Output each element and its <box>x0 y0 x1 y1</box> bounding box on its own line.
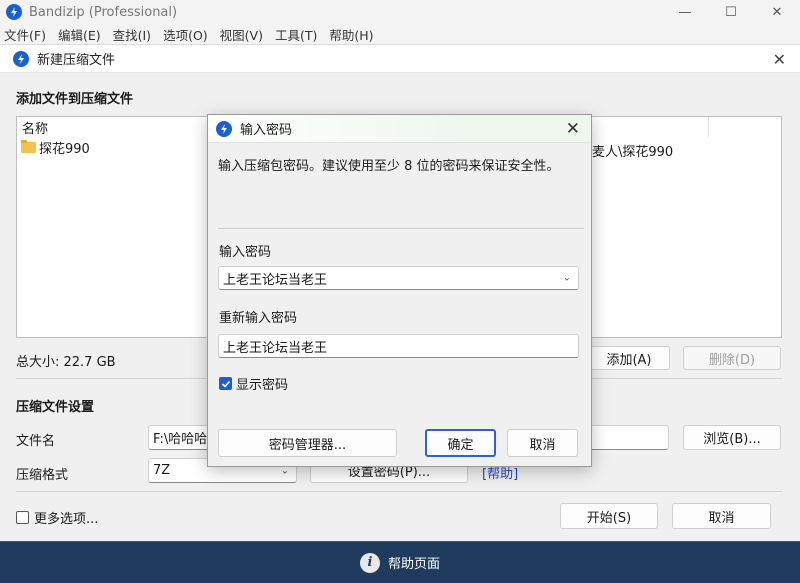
menu-options[interactable]: 选项(O) <box>163 25 208 44</box>
password-cancel-button[interactable]: 取消 <box>507 429 578 457</box>
delete-button[interactable]: 删除(D) <box>683 346 781 370</box>
password-dialog-titlebar: 输入密码 ✕ <box>208 115 591 143</box>
password-dialog-title: 输入密码 <box>240 123 293 138</box>
ok-button[interactable]: 确定 <box>425 429 496 457</box>
password-description: 输入压缩包密码。建议使用至少 8 位的密码来保证安全性。 <box>218 159 560 174</box>
more-options-checkbox[interactable] <box>16 511 29 524</box>
menu-view[interactable]: 视图(V) <box>220 25 263 44</box>
menu-tools[interactable]: 工具(T) <box>275 25 317 44</box>
reenter-password-label: 重新输入密码 <box>219 311 298 326</box>
help-page-button[interactable]: 帮助页面 <box>388 553 440 572</box>
minimize-button[interactable]: — <box>662 0 708 24</box>
file-path: 麦人\探花990 <box>592 145 674 160</box>
folder-icon <box>21 139 36 153</box>
menu-help[interactable]: 帮助(H) <box>329 25 373 44</box>
menu-file[interactable]: 文件(F) <box>4 25 46 44</box>
checkmark-icon <box>221 380 230 388</box>
password-dialog: 输入密码 ✕ 输入压缩包密码。建议使用至少 8 位的密码来保证安全性。 输入密码… <box>207 114 592 467</box>
password-dialog-close-icon[interactable]: ✕ <box>566 119 580 139</box>
bandizip-logo-icon <box>6 4 22 20</box>
password-input[interactable]: 上老王论坛当老王 ⌄ <box>218 266 579 290</box>
total-size: 总大小: 22.7 GB <box>16 355 116 370</box>
format-value: 7Z <box>153 463 171 478</box>
password-label: 输入密码 <box>219 245 272 260</box>
show-password-checkbox[interactable] <box>219 377 232 390</box>
more-options-label[interactable]: 更多选项... <box>34 508 98 527</box>
window-title: Bandizip (Professional) <box>29 4 178 20</box>
close-window-button[interactable]: ✕ <box>754 0 800 24</box>
show-password-label[interactable]: 显示密码 <box>236 374 288 393</box>
bandizip-logo-icon <box>216 120 232 137</box>
cancel-button[interactable]: 取消 <box>672 503 771 529</box>
new-archive-close-icon[interactable]: ✕ <box>773 50 786 69</box>
chevron-down-icon[interactable]: ⌄ <box>563 273 571 284</box>
info-icon: i <box>359 552 380 573</box>
add-button[interactable]: 添加(A) <box>588 346 670 370</box>
settings-heading: 压缩文件设置 <box>16 400 95 415</box>
menu-edit[interactable]: 编辑(E) <box>58 25 101 44</box>
divider <box>16 491 782 492</box>
new-archive-titlebar: 新建压缩文件 ✕ <box>0 45 800 73</box>
column-divider <box>708 117 709 137</box>
maximize-button[interactable]: ☐ <box>708 0 754 24</box>
file-name: 探花990 <box>39 141 90 157</box>
divider <box>218 228 584 229</box>
start-button[interactable]: 开始(S) <box>560 503 658 529</box>
window-titlebar: Bandizip (Professional) — ☐ ✕ <box>0 0 800 24</box>
menu-find[interactable]: 查找(I) <box>113 25 151 44</box>
taskbar: i 帮助页面 <box>0 541 800 583</box>
password-value: 上老王论坛当老王 <box>223 272 328 288</box>
reenter-password-value: 上老王论坛当老王 <box>223 340 328 356</box>
password-manager-button[interactable]: 密码管理器... <box>218 429 397 457</box>
format-label: 压缩格式 <box>16 468 69 483</box>
bandizip-logo-icon <box>13 50 29 67</box>
column-name-header[interactable]: 名称 <box>22 118 48 137</box>
browse-button[interactable]: 浏览(B)... <box>683 425 781 450</box>
new-archive-title: 新建压缩文件 <box>37 53 116 68</box>
menu-bar: 文件(F) 编辑(E) 查找(I) 选项(O) 视图(V) 工具(T) 帮助(H… <box>0 24 800 44</box>
add-files-heading: 添加文件到压缩文件 <box>16 92 134 107</box>
filename-label: 文件名 <box>16 434 56 449</box>
reenter-password-input[interactable]: 上老王论坛当老王 <box>218 334 579 358</box>
